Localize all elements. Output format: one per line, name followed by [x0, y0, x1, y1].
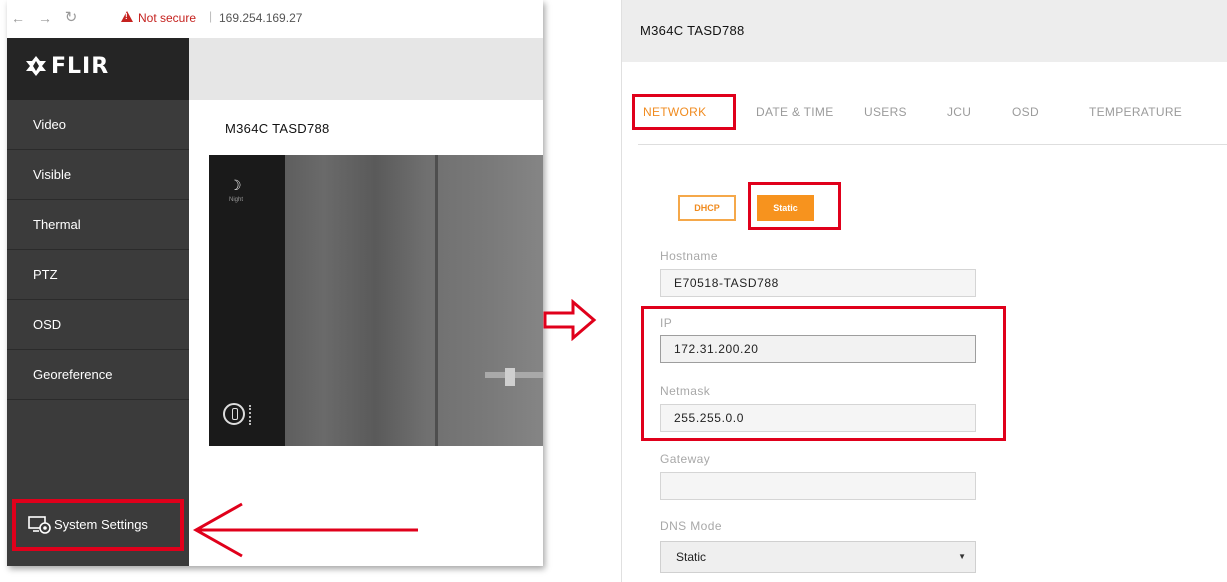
browser-window: ← → ↻ Not secure | 169.254.169.27 FLIR V… [7, 0, 543, 566]
dropdown-caret-icon: ▼ [958, 552, 966, 561]
settings-title: M364C TASD788 [640, 23, 745, 38]
tab-osd[interactable]: OSD [1012, 105, 1039, 119]
warning-icon[interactable] [121, 11, 133, 22]
logo-text: FLIR [51, 54, 110, 79]
sidebar: FLIR Video Visible Thermal PTZ OSD Geore… [7, 38, 189, 566]
video-overlay-strip: ☽ Night [209, 155, 285, 446]
zoom-scale [249, 405, 253, 425]
tab-jcu[interactable]: JCU [947, 105, 971, 119]
url-text[interactable]: 169.254.169.27 [219, 11, 302, 25]
thermal-image [285, 155, 543, 446]
url-separator: | [209, 9, 213, 23]
sidebar-item-georeference[interactable]: Georeference [7, 350, 189, 400]
dns-mode-label: DNS Mode [660, 519, 722, 533]
tab-users[interactable]: USERS [864, 105, 907, 119]
night-mode-label: Night [229, 197, 244, 203]
door-edge [435, 155, 438, 446]
system-settings-icon [28, 516, 51, 534]
static-button[interactable]: Static [757, 195, 814, 221]
video-stream[interactable]: ☽ Night [209, 155, 543, 446]
forward-icon[interactable]: → [38, 10, 52, 26]
ip-field[interactable]: 172.31.200.20 [660, 335, 976, 363]
hostname-label: Hostname [660, 249, 718, 263]
ip-label: IP [660, 316, 673, 330]
tab-divider [638, 144, 1227, 145]
system-settings-label: System Settings [54, 517, 148, 532]
hostname-field[interactable]: E70518-TASD788 [660, 269, 976, 297]
reload-icon[interactable]: ↻ [64, 10, 78, 26]
sidebar-item-ptz[interactable]: PTZ [7, 250, 189, 300]
security-status[interactable]: Not secure [138, 11, 196, 25]
back-icon[interactable]: ← [11, 10, 25, 26]
lens-icon[interactable] [223, 403, 245, 425]
dns-mode-value: Static [676, 550, 707, 564]
flir-logo: FLIR [7, 38, 189, 100]
dns-mode-select[interactable]: Static ▼ [660, 541, 976, 573]
netmask-field[interactable]: 255.255.0.0 [660, 404, 976, 432]
address-bar: ← → ↻ Not secure | 169.254.169.27 [7, 0, 543, 38]
tab-network[interactable]: NETWORK [643, 105, 706, 119]
top-header-bar [189, 38, 543, 100]
settings-header: M364C TASD788 [622, 0, 1227, 62]
sidebar-item-video[interactable]: Video [7, 100, 189, 150]
tab-date-time[interactable]: DATE & TIME [756, 105, 834, 119]
flir-logo-icon [26, 56, 46, 76]
sidebar-item-osd[interactable]: OSD [7, 300, 189, 350]
camera-title: M364C TASD788 [225, 121, 330, 136]
gateway-field[interactable] [660, 472, 976, 500]
outlined-arrow-annotation [543, 299, 597, 341]
tab-temperature[interactable]: TEMPERATURE [1089, 105, 1182, 119]
red-arrow-annotation [192, 502, 418, 558]
sidebar-item-thermal[interactable]: Thermal [7, 200, 189, 250]
system-settings-button[interactable]: System Settings [12, 499, 184, 551]
gateway-label: Gateway [660, 452, 711, 466]
settings-panel: M364C TASD788 NETWORK DATE & TIME USERS … [621, 0, 1227, 582]
dhcp-button[interactable]: DHCP [678, 195, 736, 221]
sidebar-item-visible[interactable]: Visible [7, 150, 189, 200]
door-lock [505, 368, 515, 386]
netmask-label: Netmask [660, 384, 711, 398]
moon-icon[interactable]: ☽ [229, 177, 242, 194]
